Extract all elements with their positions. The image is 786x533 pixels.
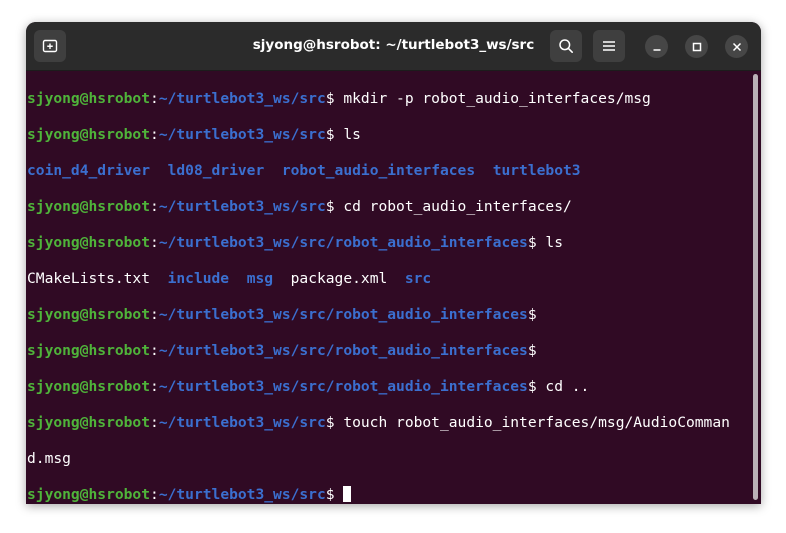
command-text: $ (325, 486, 344, 503)
prompt-user-host: sjyong@hsrobot (27, 414, 151, 431)
prompt-path: ~/turtlebot3_ws/src/robot_audio_interfac… (158, 378, 528, 395)
prompt-separator: : (150, 306, 159, 323)
terminal-line: CMakeLists.txt include msg package.xml s… (27, 270, 752, 288)
prompt-path: ~/turtlebot3_ws/src/robot_audio_interfac… (158, 306, 528, 323)
menu-button[interactable] (593, 30, 625, 62)
scrollbar[interactable] (753, 74, 758, 500)
prompt-user-host: sjyong@hsrobot (27, 486, 151, 503)
terminal-line: sjyong@hsrobot:~/turtlebot3_ws/src$ cd r… (27, 198, 752, 216)
search-icon (559, 39, 573, 53)
prompt-user-host: sjyong@hsrobot (27, 342, 151, 359)
prompt-path: ~/turtlebot3_ws/src (158, 126, 326, 143)
prompt-user-host: sjyong@hsrobot (27, 306, 151, 323)
directory-entry: coin_d4_driver (27, 162, 151, 179)
close-button[interactable] (725, 35, 748, 58)
terminal-line: coin_d4_driver ld08_driver robot_audio_i… (27, 162, 752, 180)
prompt-user-host: sjyong@hsrobot (27, 126, 151, 143)
prompt-separator: : (150, 486, 159, 503)
prompt-path: ~/turtlebot3_ws/src (158, 90, 326, 107)
directory-entry: msg (246, 270, 274, 287)
terminal-line: sjyong@hsrobot:~/turtlebot3_ws/src/robot… (27, 234, 752, 252)
directory-entry: include (167, 270, 230, 287)
command-text: $ mkdir -p robot_audio_interfaces/msg (325, 90, 651, 107)
command-text: $ touch robot_audio_interfaces/msg/Audio… (325, 414, 730, 431)
maximize-button[interactable] (685, 35, 708, 58)
prompt-separator: : (150, 378, 159, 395)
prompt-path: ~/turtlebot3_ws/src (158, 486, 326, 503)
title-bar[interactable]: sjyong@hsrobot: ~/turtlebot3_ws/src (26, 22, 761, 71)
command-text: $ cd .. (527, 378, 590, 395)
file-entry: package.xml (290, 270, 388, 287)
terminal-output[interactable]: sjyong@hsrobot:~/turtlebot3_ws/src$ mkdi… (26, 71, 752, 504)
terminal-line: sjyong@hsrobot:~/turtlebot3_ws/src$ (27, 486, 752, 504)
hamburger-menu-icon (603, 41, 615, 51)
new-tab-icon (42, 39, 58, 53)
command-text: $ (527, 306, 537, 323)
text-cursor (343, 486, 352, 502)
directory-entry: robot_audio_interfaces (281, 162, 476, 179)
search-button[interactable] (550, 30, 582, 62)
new-tab-button[interactable] (34, 30, 66, 62)
minimize-icon (653, 48, 660, 51)
command-text: $ cd robot_audio_interfaces/ (325, 198, 572, 215)
minimize-button[interactable] (645, 35, 668, 58)
prompt-user-host: sjyong@hsrobot (27, 90, 151, 107)
close-icon (732, 42, 741, 51)
prompt-separator: : (150, 234, 159, 251)
prompt-separator: : (150, 414, 159, 431)
command-text: $ ls (325, 126, 361, 143)
prompt-user-host: sjyong@hsrobot (27, 198, 151, 215)
terminal-line: sjyong@hsrobot:~/turtlebot3_ws/src/robot… (27, 306, 752, 324)
terminal-line: sjyong@hsrobot:~/turtlebot3_ws/src/robot… (27, 342, 752, 360)
prompt-path: ~/turtlebot3_ws/src/robot_audio_interfac… (158, 342, 528, 359)
file-entry: CMakeLists.txt (27, 270, 151, 287)
prompt-user-host: sjyong@hsrobot (27, 378, 151, 395)
terminal-line: sjyong@hsrobot:~/turtlebot3_ws/src$ ls (27, 126, 752, 144)
command-continuation: d.msg (27, 450, 71, 467)
prompt-user-host: sjyong@hsrobot (27, 234, 151, 251)
directory-entry: src (404, 270, 432, 287)
terminal-line: d.msg (27, 450, 752, 468)
directory-entry: turtlebot3 (492, 162, 581, 179)
terminal-line: sjyong@hsrobot:~/turtlebot3_ws/src/robot… (27, 378, 752, 396)
prompt-separator: : (150, 90, 159, 107)
terminal-window: sjyong@hsrobot: ~/turtlebot3_ws/src sjyo… (26, 22, 761, 504)
directory-entry: ld08_driver (167, 162, 265, 179)
terminal-line: sjyong@hsrobot:~/turtlebot3_ws/src$ mkdi… (27, 90, 752, 108)
prompt-path: ~/turtlebot3_ws/src (158, 414, 326, 431)
prompt-path: ~/turtlebot3_ws/src/robot_audio_interfac… (158, 234, 528, 251)
terminal-line: sjyong@hsrobot:~/turtlebot3_ws/src$ touc… (27, 414, 752, 432)
prompt-separator: : (150, 198, 159, 215)
maximize-icon (692, 42, 701, 51)
prompt-path: ~/turtlebot3_ws/src (158, 198, 326, 215)
command-text: $ ls (527, 234, 563, 251)
prompt-separator: : (150, 126, 159, 143)
prompt-separator: : (150, 342, 159, 359)
command-text: $ (527, 342, 537, 359)
